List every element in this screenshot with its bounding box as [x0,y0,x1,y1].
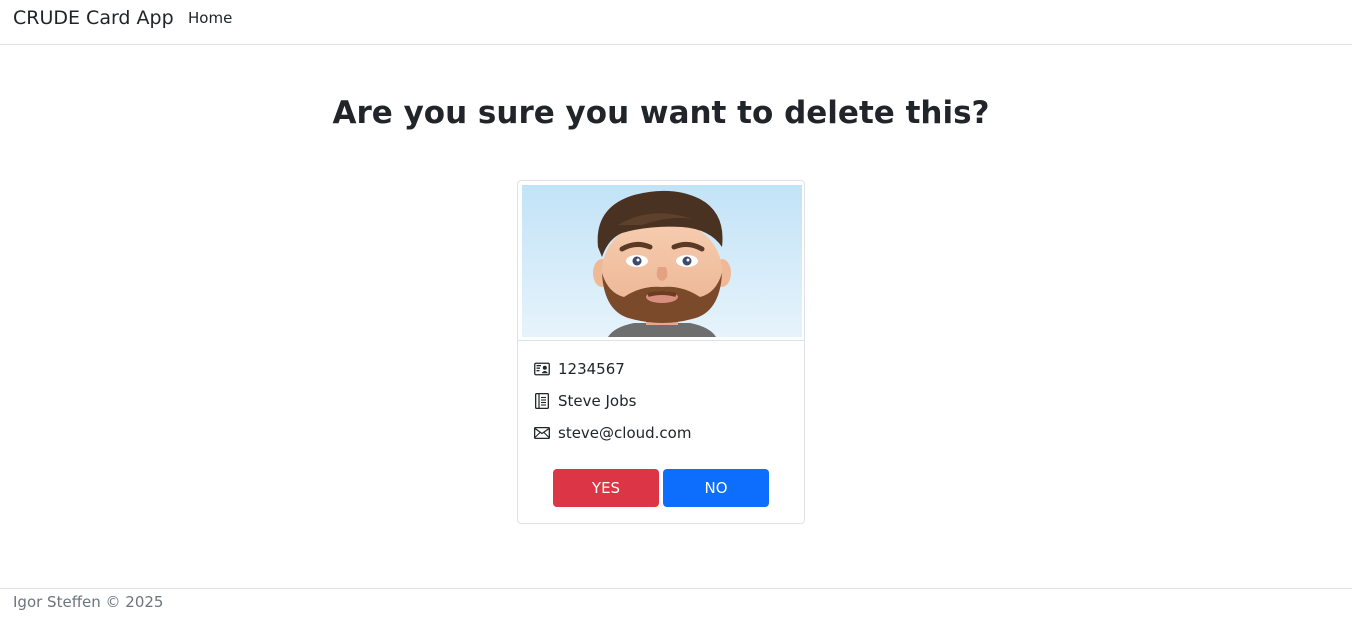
contact-card: 1234567 Steve Jobs steve@cloud.com YES N… [517,180,805,524]
card-avatar-image [522,185,802,337]
page-title: Are you sure you want to delete this? [332,95,990,131]
person-vcard-icon [534,361,550,377]
navbar-brand[interactable]: CRUDE Card App [13,7,174,29]
card-email-value: steve@cloud.com [558,424,692,442]
navbar: CRUDE Card App Home [0,0,1352,45]
footer: Igor Steffen © 2025 [0,588,1352,643]
card-field-email: steve@cloud.com [533,423,692,443]
yes-delete-button[interactable]: YES [553,469,659,507]
envelope-icon [533,425,550,441]
footer-copyright: Igor Steffen © 2025 [13,593,164,611]
no-cancel-button[interactable]: NO [663,469,769,507]
card-name-value: Steve Jobs [558,392,637,410]
card-field-name: Steve Jobs [534,391,636,411]
card-id-value: 1234567 [558,360,625,378]
journal-icon [534,392,550,409]
nav-link-home[interactable]: Home [188,9,232,27]
card-divider [518,340,804,341]
card-field-id: 1234567 [534,359,625,379]
